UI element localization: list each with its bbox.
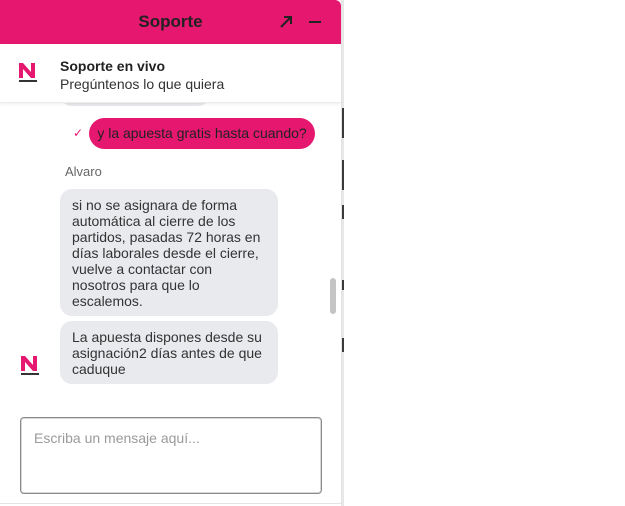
check-icon: ✓ [73,126,84,140]
host-page-mark [341,338,344,352]
message-input[interactable] [21,418,321,493]
host-page-mark [341,108,344,138]
brand-logo-icon [15,59,41,85]
message-composer [20,417,322,494]
host-page-mark [341,280,344,290]
host-page-edge [341,0,344,506]
expand-button[interactable] [276,12,296,32]
minimize-button[interactable] [305,12,325,32]
chat-header: Soporte [0,0,341,44]
agent-subtitle: Pregúntenos lo que quiera [60,76,225,92]
agent-sender-name: Alvaro [65,164,102,179]
message-list: ✓ y la apuesta gratis hasta cuando? Alva… [0,102,341,407]
message-scrollbar[interactable] [330,278,336,314]
user-message-bubble: y la apuesta gratis hasta cuando? [89,118,315,149]
minimize-icon [309,21,321,23]
agent-message-bubble: La apuesta dispones desde su asignación2… [60,321,278,384]
expand-arrow-icon [280,16,292,28]
agent-message-bubble: si no se asignara de forma automática al… [60,189,278,316]
host-page-mark [341,205,344,219]
agent-info-bar: Soporte en vivo Pregúntenos lo que quier… [0,44,341,103]
agent-name: Soporte en vivo [60,58,166,74]
agent-avatar-icon [17,352,43,378]
chat-widget: Soporte Soporte en vivo Pregúntenos lo q… [0,0,341,503]
host-page-mark [341,160,344,190]
